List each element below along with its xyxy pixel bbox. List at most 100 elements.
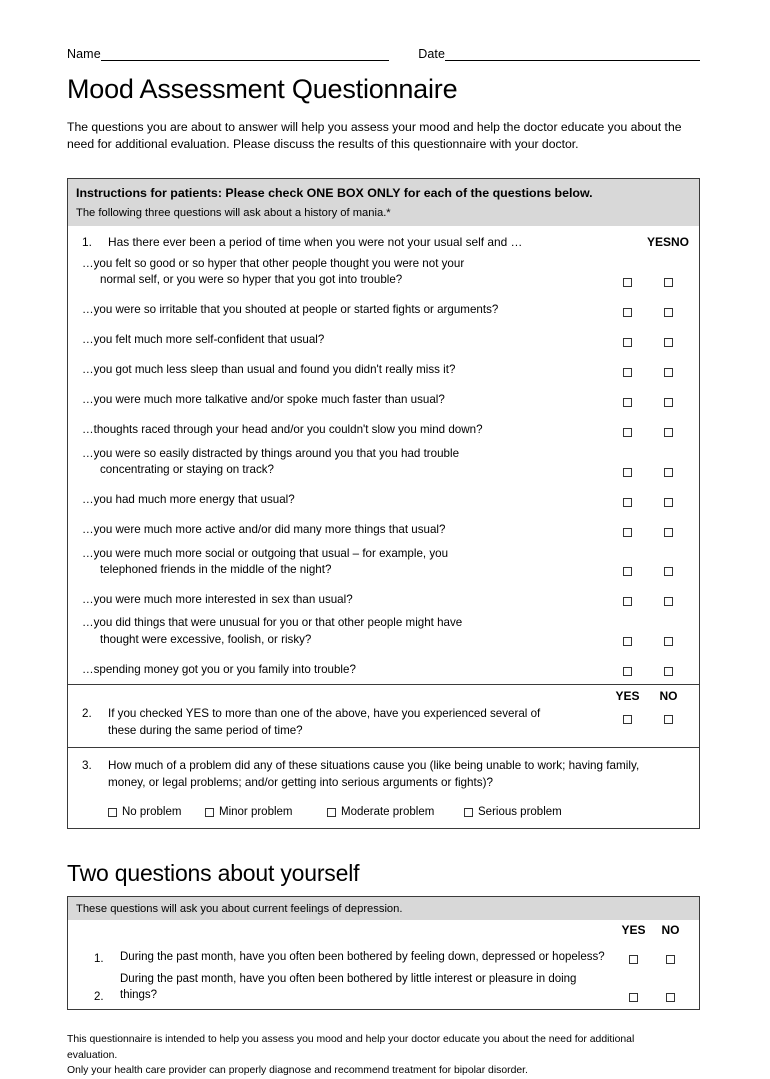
checkbox-no[interactable] <box>664 597 673 607</box>
checkbox-no[interactable] <box>666 993 675 1003</box>
footer-line-1: This questionnaire is intended to help y… <box>67 1034 635 1061</box>
checkbox-no[interactable] <box>664 467 673 477</box>
problem-severity-label: Serious problem <box>478 806 562 819</box>
checkbox-no[interactable] <box>664 367 673 377</box>
intro-paragraph: The questions you are about to answer wi… <box>67 119 682 152</box>
checkbox-yes[interactable] <box>623 307 632 317</box>
question-1-item: …you got much less sleep than usual and … <box>82 349 689 379</box>
checkbox-no[interactable] <box>664 567 673 577</box>
depression-item-number: 1. <box>94 953 104 966</box>
depression-item-yes-cell <box>615 955 652 965</box>
checkbox-no[interactable] <box>664 277 673 287</box>
question-3-block: 3. How much of a problem did any of thes… <box>68 748 699 828</box>
question-1-item: …you did things that were unusual for yo… <box>82 608 689 648</box>
checkbox-severity[interactable] <box>464 807 473 817</box>
name-input-rule[interactable] <box>100 49 389 61</box>
yes-column-header: YES <box>646 234 671 249</box>
checkbox-severity[interactable] <box>108 807 117 817</box>
checkbox-no[interactable] <box>664 497 673 507</box>
problem-severity-label: Moderate problem <box>341 806 435 819</box>
question-1-item-yes-cell <box>607 467 648 479</box>
checkbox-no[interactable] <box>664 397 673 407</box>
checkbox-no[interactable] <box>666 955 675 965</box>
checkbox-yes[interactable] <box>623 597 632 607</box>
question-1-item-text: …you did things that were unusual for yo… <box>82 615 607 648</box>
question-1-item: …you were much more active and/or did ma… <box>82 509 689 539</box>
checkbox-no[interactable] <box>664 667 673 677</box>
checkbox-no[interactable] <box>664 715 673 725</box>
checkbox-yes[interactable] <box>623 527 632 537</box>
checkbox-yes[interactable] <box>623 567 632 577</box>
item-line-1: …spending money got you or you family in… <box>82 662 356 676</box>
checkbox-yes[interactable] <box>623 367 632 377</box>
yes-column-header-depression: YES <box>621 923 646 938</box>
checkbox-no[interactable] <box>664 337 673 347</box>
item-line-1: …you had much more energy that usual? <box>82 493 295 507</box>
name-date-line: Name Date <box>67 0 700 61</box>
checkbox-yes[interactable] <box>623 497 632 507</box>
question-1-item-yes-cell <box>607 277 648 289</box>
checkbox-no[interactable] <box>664 527 673 537</box>
no-column-header: NO <box>671 234 689 249</box>
question-1-item: …you were so irritable that you shouted … <box>82 289 689 319</box>
question-1-item-text: …you were much more social or outgoing t… <box>82 546 607 579</box>
name-label: Name <box>67 47 101 61</box>
checkbox-yes[interactable] <box>623 277 632 287</box>
problem-severity-option[interactable]: Minor problem <box>205 806 327 818</box>
question-3-line-2: money, or legal problems; and/or getting… <box>108 776 494 790</box>
checkbox-yes[interactable] <box>629 955 638 965</box>
question-3-row: 3. How much of a problem did any of thes… <box>82 758 689 792</box>
checkbox-yes[interactable] <box>623 427 632 437</box>
question-1-item-yes-cell <box>607 427 648 439</box>
question-1-item-yes-cell <box>607 307 648 319</box>
question-1-item-yes-cell <box>607 527 648 539</box>
question-1-item-no-cell <box>648 427 689 439</box>
depression-item: 2. During the past month, have you often … <box>68 965 689 1003</box>
question-2-yes-cell <box>607 715 648 725</box>
question-1-item-yes-cell <box>607 667 648 678</box>
question-1-item: …you felt so good or so hyper that other… <box>82 249 689 289</box>
question-1-item: …you had much more energy that usual? <box>82 479 689 509</box>
checkbox-yes[interactable] <box>623 467 632 477</box>
question-1-item-no-cell <box>648 277 689 289</box>
problem-severity-option[interactable]: No problem <box>108 806 205 818</box>
question-1-item-yes-cell <box>607 637 648 648</box>
no-column-header-depression: NO <box>661 923 680 938</box>
checkbox-severity[interactable] <box>327 807 336 817</box>
depression-section-title: Two questions about yourself <box>67 860 360 887</box>
checkbox-yes[interactable] <box>623 715 632 725</box>
question-1-item-text: …thoughts raced through your head and/or… <box>82 422 607 438</box>
question-1-item-text: …spending money got you or you family in… <box>82 662 607 678</box>
depression-item-text: During the past month, have you often be… <box>120 950 605 963</box>
item-line-1: …you were much more interested in sex th… <box>82 593 353 607</box>
checkbox-no[interactable] <box>664 427 673 437</box>
item-line-1: …you felt much more self-confident that … <box>82 333 325 347</box>
question-1-item-no-cell <box>648 667 689 678</box>
checkbox-yes[interactable] <box>629 993 638 1003</box>
checkbox-yes[interactable] <box>623 337 632 347</box>
problem-severity-option[interactable]: Serious problem <box>464 806 562 818</box>
question-1-item-text: …you had much more energy that usual? <box>82 492 607 508</box>
footer-disclaimer: This questionnaire is intended to help y… <box>67 1032 687 1079</box>
item-line-1: …you were much more talkative and/or spo… <box>82 393 445 407</box>
checkbox-no[interactable] <box>664 307 673 317</box>
item-line-1: …you were much more social or outgoing t… <box>82 546 449 560</box>
item-line-1: …you were much more active and/or did ma… <box>82 523 446 537</box>
question-2-line-1: If you checked YES to more than one of t… <box>108 707 541 721</box>
question-1-item-yes-cell <box>607 337 648 349</box>
question-1-item: …spending money got you or you family in… <box>82 648 689 678</box>
item-line-1: …thoughts raced through your head and/or… <box>82 423 483 437</box>
depression-item: 1. During the past month, have you often … <box>68 937 689 965</box>
question-1-item-yes-cell <box>607 597 648 608</box>
question-3-option-group: No problem Minor problem Moderate problem S… <box>82 806 689 818</box>
checkbox-no[interactable] <box>664 637 673 647</box>
depression-yes-no-row: YES NO <box>68 923 689 937</box>
checkbox-yes[interactable] <box>623 667 632 677</box>
checkbox-yes[interactable] <box>623 397 632 407</box>
checkbox-severity[interactable] <box>205 807 214 817</box>
checkbox-yes[interactable] <box>623 637 632 647</box>
problem-severity-option[interactable]: Moderate problem <box>327 806 464 818</box>
date-input-rule[interactable] <box>445 49 700 61</box>
question-1-item-list: …you felt so good or so hyper that other… <box>68 249 699 685</box>
question-2-yes-no-header: YES NO <box>82 689 689 703</box>
